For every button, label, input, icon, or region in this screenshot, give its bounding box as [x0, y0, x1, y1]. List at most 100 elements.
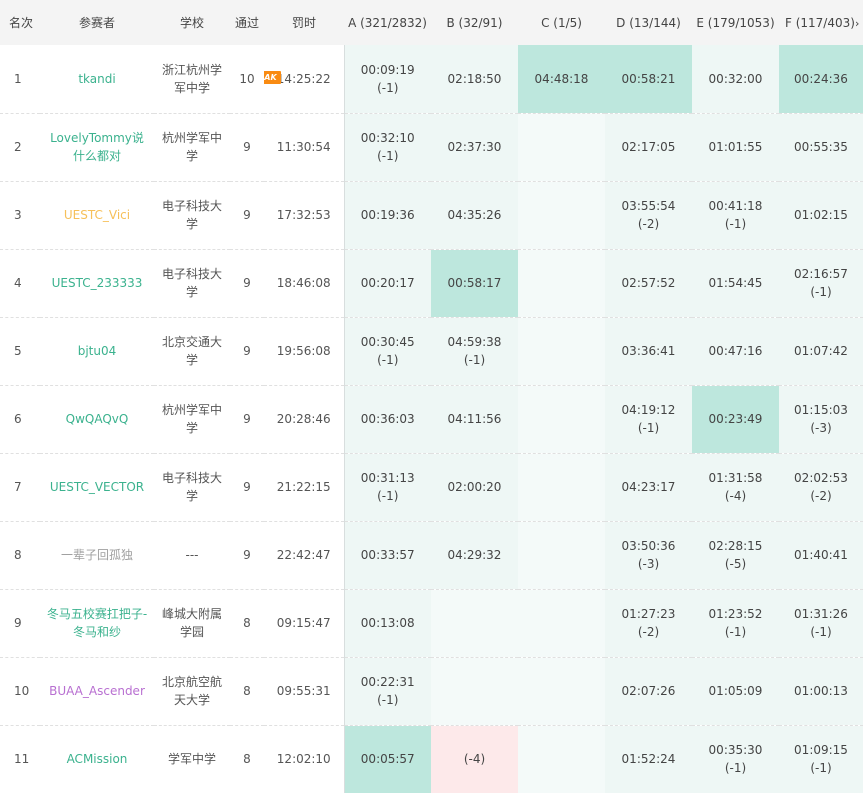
problem-cell-f[interactable]: 01:07:42	[779, 316, 863, 385]
problem-cell-b[interactable]: 04:59:38 (-1)	[431, 316, 518, 385]
penalty-time: 22:42:47	[276, 548, 331, 562]
problem-cell-c	[518, 656, 605, 725]
problem-cell-f[interactable]: 00:55:35	[779, 112, 863, 181]
problem-cell-d[interactable]: 01:27:23 (-2)	[605, 588, 692, 657]
problem-cell-e[interactable]: 01:05:09	[692, 656, 779, 725]
problem-cell-f[interactable]: 02:16:57 (-1)	[779, 248, 863, 317]
problem-cell-b[interactable]: 04:11:56	[431, 384, 518, 453]
problem-cell-a[interactable]: 00:19:36	[343, 180, 431, 249]
user-link[interactable]: tkandi	[40, 45, 154, 113]
penalty-time: 18:46:08	[276, 276, 331, 290]
problem-cell-e[interactable]: 00:32:00	[692, 45, 779, 113]
problem-cell-d[interactable]: 03:55:54 (-2)	[605, 180, 692, 249]
problem-cell-e[interactable]: 00:23:49	[692, 384, 779, 453]
problem-cell-d[interactable]: 00:58:21	[605, 45, 692, 113]
problem-cell-e[interactable]: 01:01:55	[692, 112, 779, 181]
solve-time: 01:02:15	[794, 208, 848, 222]
problem-cell-b[interactable]: 02:00:20	[431, 452, 518, 521]
problem-cell-b[interactable]: 02:18:50	[431, 45, 518, 113]
problem-cell-d[interactable]: 02:57:52	[605, 248, 692, 317]
solve-time: 02:57:52	[621, 276, 676, 290]
problem-cell-d[interactable]: 03:36:41	[605, 316, 692, 385]
problem-cell-e[interactable]: 00:35:30 (-1)	[692, 724, 779, 793]
problem-cell-b[interactable]: (-4)	[431, 724, 518, 793]
header-rank[interactable]: 名次	[0, 0, 40, 45]
user-link[interactable]: BUAA_Ascender	[40, 656, 154, 725]
problem-cell-b[interactable]: 04:35:26	[431, 180, 518, 249]
chevron-right-icon[interactable]: ›	[855, 17, 859, 30]
problem-cell-d[interactable]: 01:52:24	[605, 724, 692, 793]
problem-cell-f[interactable]: 02:02:53 (-2)	[779, 452, 863, 521]
problem-cell-e[interactable]: 02:28:15 (-5)	[692, 520, 779, 589]
school-cell: 浙江杭州学军中学	[161, 62, 222, 95]
solve-time: 00:36:03	[360, 412, 415, 426]
user-link[interactable]: ACMission	[40, 724, 154, 793]
penalty-cell: AK 14:25:22	[264, 45, 344, 113]
solve-time: 01:07:42	[794, 344, 848, 358]
user-link[interactable]: bjtu04	[40, 316, 154, 385]
problem-cell-e[interactable]: 01:23:52 (-1)	[692, 588, 779, 657]
problem-cell-a[interactable]: 00:30:45 (-1)	[343, 316, 431, 385]
user-link[interactable]: UESTC_VECTOR	[40, 452, 154, 521]
problem-cell-f[interactable]: 01:09:15 (-1)	[779, 724, 863, 793]
problem-cell-f[interactable]: 01:02:15	[779, 180, 863, 249]
header-solved[interactable]: 通过	[230, 0, 264, 45]
penalty-time: 21:22:15	[276, 480, 331, 494]
user-link[interactable]: QwQAQvQ	[40, 384, 154, 453]
problem-cell-c	[518, 724, 605, 793]
problem-cell-d[interactable]: 02:17:05	[605, 112, 692, 181]
problem-cell-f[interactable]: 01:40:41	[779, 520, 863, 589]
user-link[interactable]: UESTC_Vici	[40, 180, 154, 249]
problem-cell-d[interactable]: 02:07:26	[605, 656, 692, 725]
header-problem-e[interactable]: E (179/1053)	[692, 0, 779, 45]
problem-cell-f[interactable]: 01:31:26 (-1)	[779, 588, 863, 657]
problem-cell-b[interactable]: 02:37:30	[431, 112, 518, 181]
header-problem-b[interactable]: B (32/91)	[431, 0, 518, 45]
user-link[interactable]: 一辈子回孤独	[40, 520, 154, 589]
problem-cell-e[interactable]: 01:31:58 (-4)	[692, 452, 779, 521]
scoreboard-body: 1 tkandi 浙江杭州学军中学 10 AK 14:25:22 00:09:19 (-1) 0…	[0, 45, 863, 793]
user-link[interactable]: UESTC_233333	[40, 248, 154, 317]
problem-cell-e[interactable]: 01:54:45	[692, 248, 779, 317]
problem-cell-f[interactable]: 00:24:36	[779, 45, 863, 113]
ak-badge: AK	[264, 71, 281, 84]
problem-cell-a[interactable]: 00:22:31 (-1)	[343, 656, 431, 725]
header-penalty[interactable]: 罚时	[264, 0, 344, 45]
solve-time: 04:11:56	[447, 412, 502, 426]
problem-cell-d[interactable]: 04:23:17	[605, 452, 692, 521]
problem-cell-b[interactable]: 04:29:32	[431, 520, 518, 589]
solve-time: 02:18:50	[447, 71, 502, 86]
school-cell: 学军中学	[154, 724, 230, 793]
header-problem-f[interactable]: F (117/403)›	[779, 0, 863, 45]
problem-cell-a[interactable]: 00:36:03	[343, 384, 431, 453]
header-school[interactable]: 学校	[154, 0, 230, 45]
table-row: 6 QwQAQvQ 杭州学军中学 9 20:28:46 00:36:03 04:11:56 0…	[0, 384, 863, 453]
solved-count: 9	[230, 112, 264, 181]
problem-cell-b[interactable]: 00:58:17	[431, 248, 518, 317]
problem-cell-d[interactable]: 03:50:36 (-3)	[605, 520, 692, 589]
table-row: 8 一辈子回孤独 --- 9 22:42:47 00:33:57 04:29:32 03:50…	[0, 520, 863, 589]
user-link[interactable]: LovelyTommy说什么都对	[40, 112, 154, 181]
problem-cell-a[interactable]: 00:31:13 (-1)	[343, 452, 431, 521]
user-link[interactable]: 冬马五校赛扛把子-冬马和纱	[40, 588, 154, 657]
wrong-attempts: (-4)	[463, 752, 486, 767]
header-problem-c[interactable]: C (1/5)	[518, 0, 605, 45]
header-problem-a[interactable]: A (321/2832)	[344, 0, 431, 45]
penalty-time: 09:15:47	[276, 616, 331, 630]
problem-cell-e[interactable]: 00:41:18 (-1)	[692, 180, 779, 249]
problem-cell-a[interactable]: 00:20:17	[343, 248, 431, 317]
problem-cell-a[interactable]: 00:33:57	[343, 520, 431, 589]
problem-cell-e[interactable]: 00:47:16	[692, 316, 779, 385]
header-user[interactable]: 参赛者	[40, 0, 154, 45]
problem-cell-c[interactable]: 04:48:18	[518, 45, 605, 113]
header-problem-d[interactable]: D (13/144)	[605, 0, 692, 45]
problem-cell-f[interactable]: 01:00:13	[779, 656, 863, 725]
solved-count: 9	[230, 316, 264, 385]
problem-cell-a[interactable]: 00:32:10 (-1)	[343, 112, 431, 181]
problem-cell-a[interactable]: 00:13:08	[343, 588, 431, 657]
problem-cell-d[interactable]: 04:19:12 (-1)	[605, 384, 692, 453]
problem-cell-f[interactable]: 01:15:03 (-3)	[779, 384, 863, 453]
solved-count: 9	[230, 520, 264, 589]
problem-cell-a[interactable]: 00:09:19 (-1)	[343, 45, 431, 113]
problem-cell-a[interactable]: 00:05:57	[343, 724, 431, 793]
